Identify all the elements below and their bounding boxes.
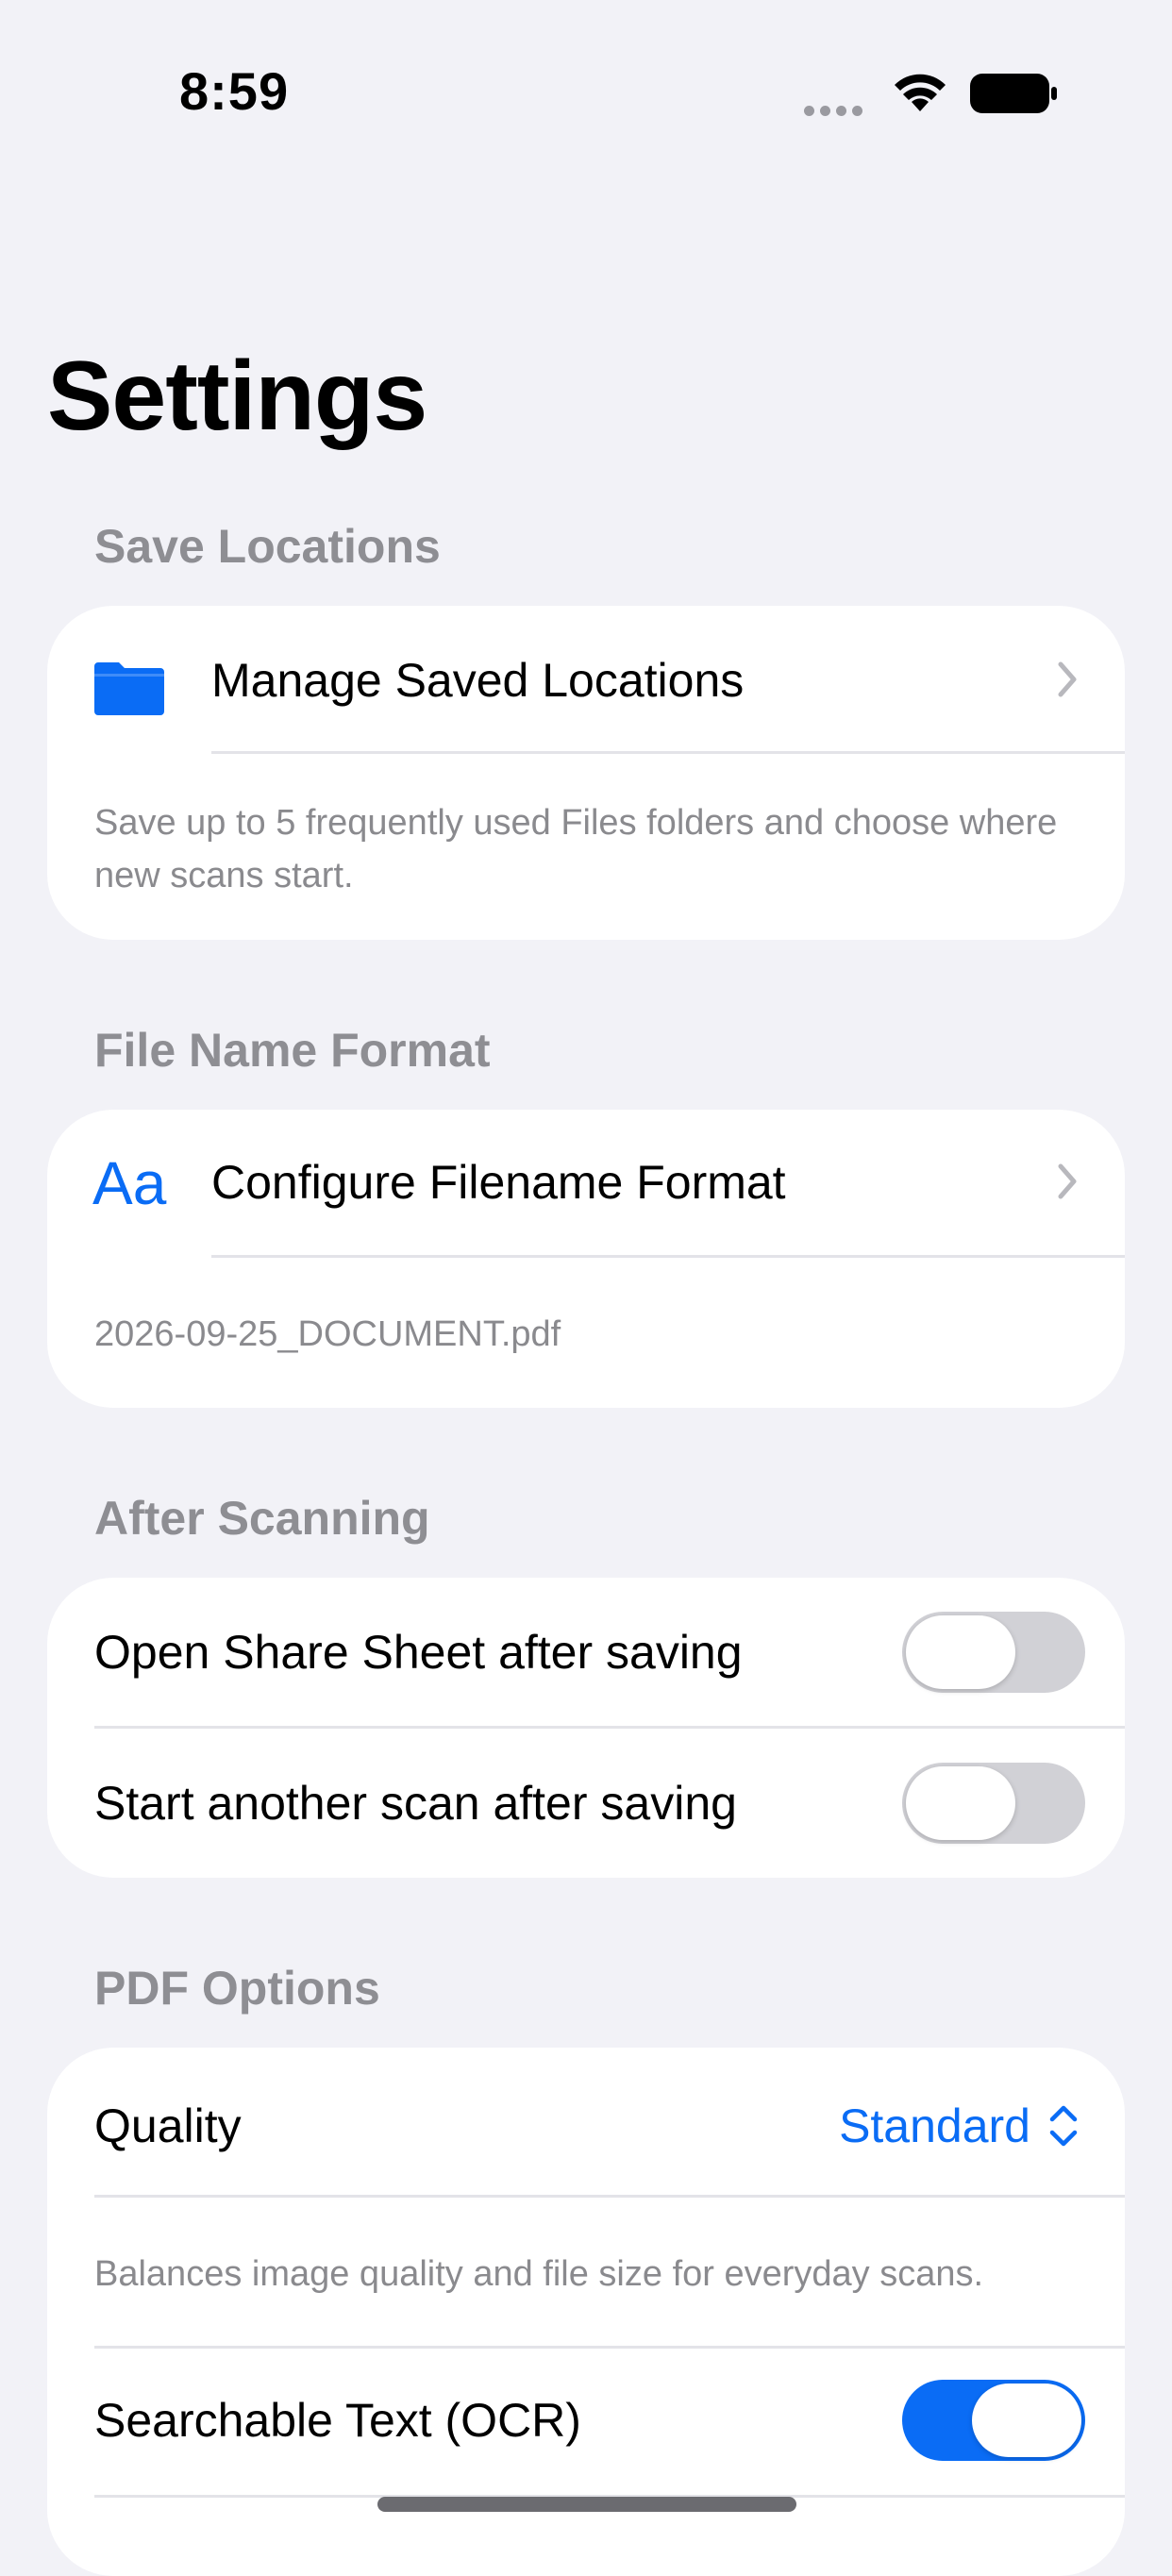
save-locations-card: Manage Saved Locations Save up to 5 freq… xyxy=(47,606,1125,940)
folder-icon xyxy=(94,662,164,715)
text-format-icon: Aa xyxy=(92,1149,167,1217)
start-another-scan-row: Start another scan after saving xyxy=(47,1729,1125,1878)
after-scanning-card: Open Share Sheet after saving Start anot… xyxy=(47,1578,1125,1878)
divider xyxy=(211,751,1125,754)
start-another-scan-label: Start another scan after saving xyxy=(94,1777,737,1830)
status-bar: 8:59 xyxy=(0,0,1172,189)
configure-filename-format-row[interactable]: Aa Configure Filename Format xyxy=(47,1110,1125,1257)
divider xyxy=(94,2195,1125,2198)
divider xyxy=(211,1255,1125,1258)
open-share-sheet-toggle[interactable] xyxy=(902,1612,1085,1693)
section-header-save-locations: Save Locations xyxy=(94,520,441,573)
section-header-file-name-format: File Name Format xyxy=(94,1024,491,1077)
status-time: 8:59 xyxy=(179,61,290,121)
chevron-up-down-icon[interactable] xyxy=(1047,2102,1080,2149)
save-locations-footnote: Save up to 5 frequently used Files folde… xyxy=(94,803,1058,895)
filename-example: 2026-09-25_DOCUMENT.pdf xyxy=(94,1314,561,1354)
ocr-toggle[interactable] xyxy=(902,2380,1085,2461)
toggle-knob xyxy=(906,1766,1015,1840)
page-title: Settings xyxy=(47,342,427,451)
ocr-row: Searchable Text (OCR) xyxy=(47,2348,1125,2497)
quality-label: Quality xyxy=(94,2099,242,2152)
section-header-after-scanning: After Scanning xyxy=(94,1492,430,1545)
chevron-right-icon xyxy=(1058,1163,1077,1199)
open-share-sheet-row: Open Share Sheet after saving xyxy=(47,1578,1125,1727)
cellular-signal-icon xyxy=(804,104,870,116)
battery-icon xyxy=(970,74,1057,113)
manage-saved-locations-label: Manage Saved Locations xyxy=(211,654,745,707)
configure-filename-format-label: Configure Filename Format xyxy=(211,1156,786,1209)
open-share-sheet-label: Open Share Sheet after saving xyxy=(94,1626,743,1679)
chevron-right-icon xyxy=(1058,661,1077,697)
toggle-knob xyxy=(906,1615,1015,1689)
section-header-pdf-options: PDF Options xyxy=(94,1962,380,2015)
quality-picker[interactable]: Standard xyxy=(839,2102,1030,2149)
file-name-format-card: Aa Configure Filename Format 2026-09-25_… xyxy=(47,1110,1125,1408)
start-another-scan-toggle[interactable] xyxy=(902,1763,1085,1844)
quality-footnote: Balances image quality and file size for… xyxy=(94,2254,984,2294)
manage-saved-locations-row[interactable]: Manage Saved Locations xyxy=(47,606,1125,753)
home-indicator xyxy=(377,2497,796,2512)
ocr-label: Searchable Text (OCR) xyxy=(94,2394,581,2447)
quality-row: Quality Standard xyxy=(47,2048,1125,2197)
wifi-icon xyxy=(895,74,946,111)
toggle-knob xyxy=(972,2384,1081,2457)
